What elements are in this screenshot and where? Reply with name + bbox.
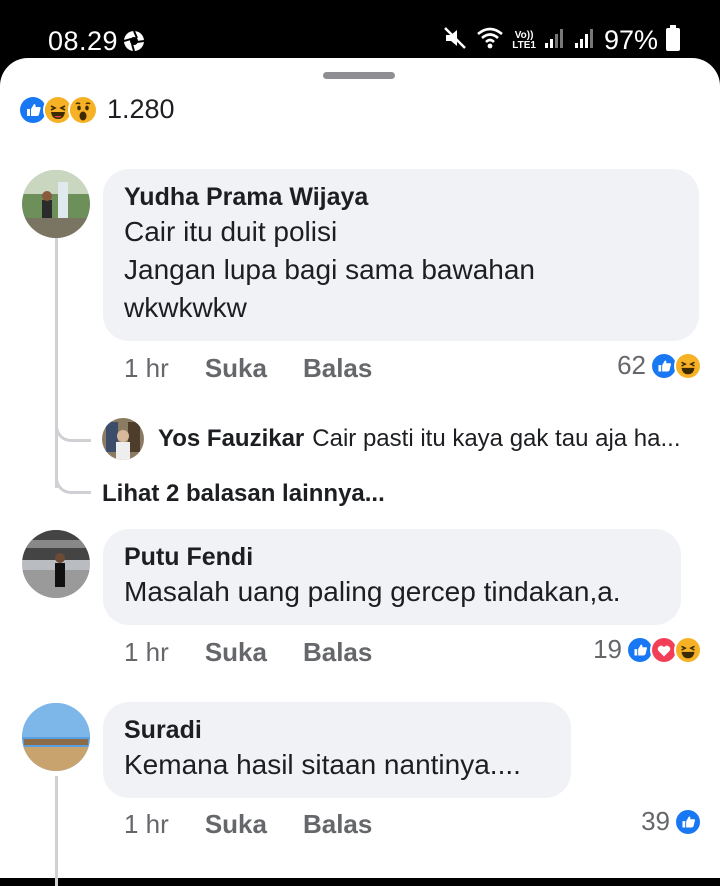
comment-text-line: Cair itu duit polisi [124,216,338,247]
thread-line [55,776,58,886]
reply-button[interactable]: Balas [303,353,372,384]
mute-icon [442,25,468,56]
comment-time[interactable]: 1 hr [124,353,169,384]
comment-text-line: wkwkwkw [124,292,247,323]
comment-bubble[interactable]: Yudha Prama Wijaya Cair itu duit polisi … [103,169,699,341]
comment-author[interactable]: Yudha Prama Wijaya [124,181,677,213]
signal-icon [574,27,596,54]
comments-sheet: 1.280 Yudha Prama Wijaya Cair itu duit p… [0,58,720,886]
avatar[interactable] [102,418,144,460]
comment-author[interactable]: Suradi [124,714,549,746]
comment-reactions[interactable]: 39 [641,806,702,837]
avatar[interactable] [22,170,90,238]
reactions-summary[interactable]: 1.280 [18,94,175,125]
reply-text: Cair pasti itu kaya gak tau aja ha... [312,425,681,452]
reply-button[interactable]: Balas [303,637,372,668]
comment-text-line: Kemana hasil sitaan nantinya.... [124,749,521,780]
aperture-icon [122,29,146,58]
avatar[interactable] [22,703,90,771]
haha-reaction-icon [674,351,702,380]
comment-author[interactable]: Putu Fendi [124,541,659,573]
signal-icon [544,27,566,54]
reply-author[interactable]: Yos Fauzikar [158,425,304,453]
comment-actions: 1 hr Suka Balas [124,809,372,840]
comment-reactions[interactable]: 62 [617,350,702,381]
avatar[interactable] [22,530,90,598]
reply-connector [55,476,91,494]
battery-icon [666,25,680,56]
comment-text-line: Masalah uang paling gercep tindakan,a. [124,576,621,607]
comment-bubble[interactable]: Putu Fendi Masalah uang paling gercep ti… [103,529,681,625]
drag-handle[interactable] [323,72,395,79]
like-button[interactable]: Suka [205,809,267,840]
comment-bubble[interactable]: Suradi Kemana hasil sitaan nantinya.... [103,702,571,798]
view-more-replies-link[interactable]: Lihat 2 balasan lainnya... [102,480,385,508]
thread-line [55,238,58,488]
battery-percent: 97% [603,25,658,55]
comment-text-line: Jangan lupa bagi sama bawahan [124,254,535,285]
comment-time[interactable]: 1 hr [124,809,169,840]
comment-actions: 1 hr Suka Balas [124,353,372,384]
reaction-total: 1.280 [107,94,175,124]
comment-actions: 1 hr Suka Balas [124,637,372,668]
wifi-icon [476,26,504,55]
status-time: 08.29 [48,26,119,56]
like-reaction-icon [674,807,702,836]
volte-indicator: Vo)) LTE1 [512,29,536,51]
like-button[interactable]: Suka [205,637,267,668]
status-icons: Vo)) LTE1 97% [442,25,680,56]
volte-label: Vo)) [514,29,534,41]
reaction-count: 39 [641,806,670,836]
haha-reaction-icon [674,635,702,664]
reaction-count: 62 [617,350,646,380]
reaction-count: 19 [593,634,622,664]
lte-label: LTE1 [512,39,536,51]
like-button[interactable]: Suka [205,353,267,384]
comment-time[interactable]: 1 hr [124,637,169,668]
wow-reaction-icon [68,94,98,125]
reply-button[interactable]: Balas [303,809,372,840]
comment-reactions[interactable]: 19 [593,634,702,665]
reply-connector [55,424,91,442]
reply-preview[interactable]: Yos Fauzikar Cair pasti itu kaya gak tau… [102,418,680,460]
